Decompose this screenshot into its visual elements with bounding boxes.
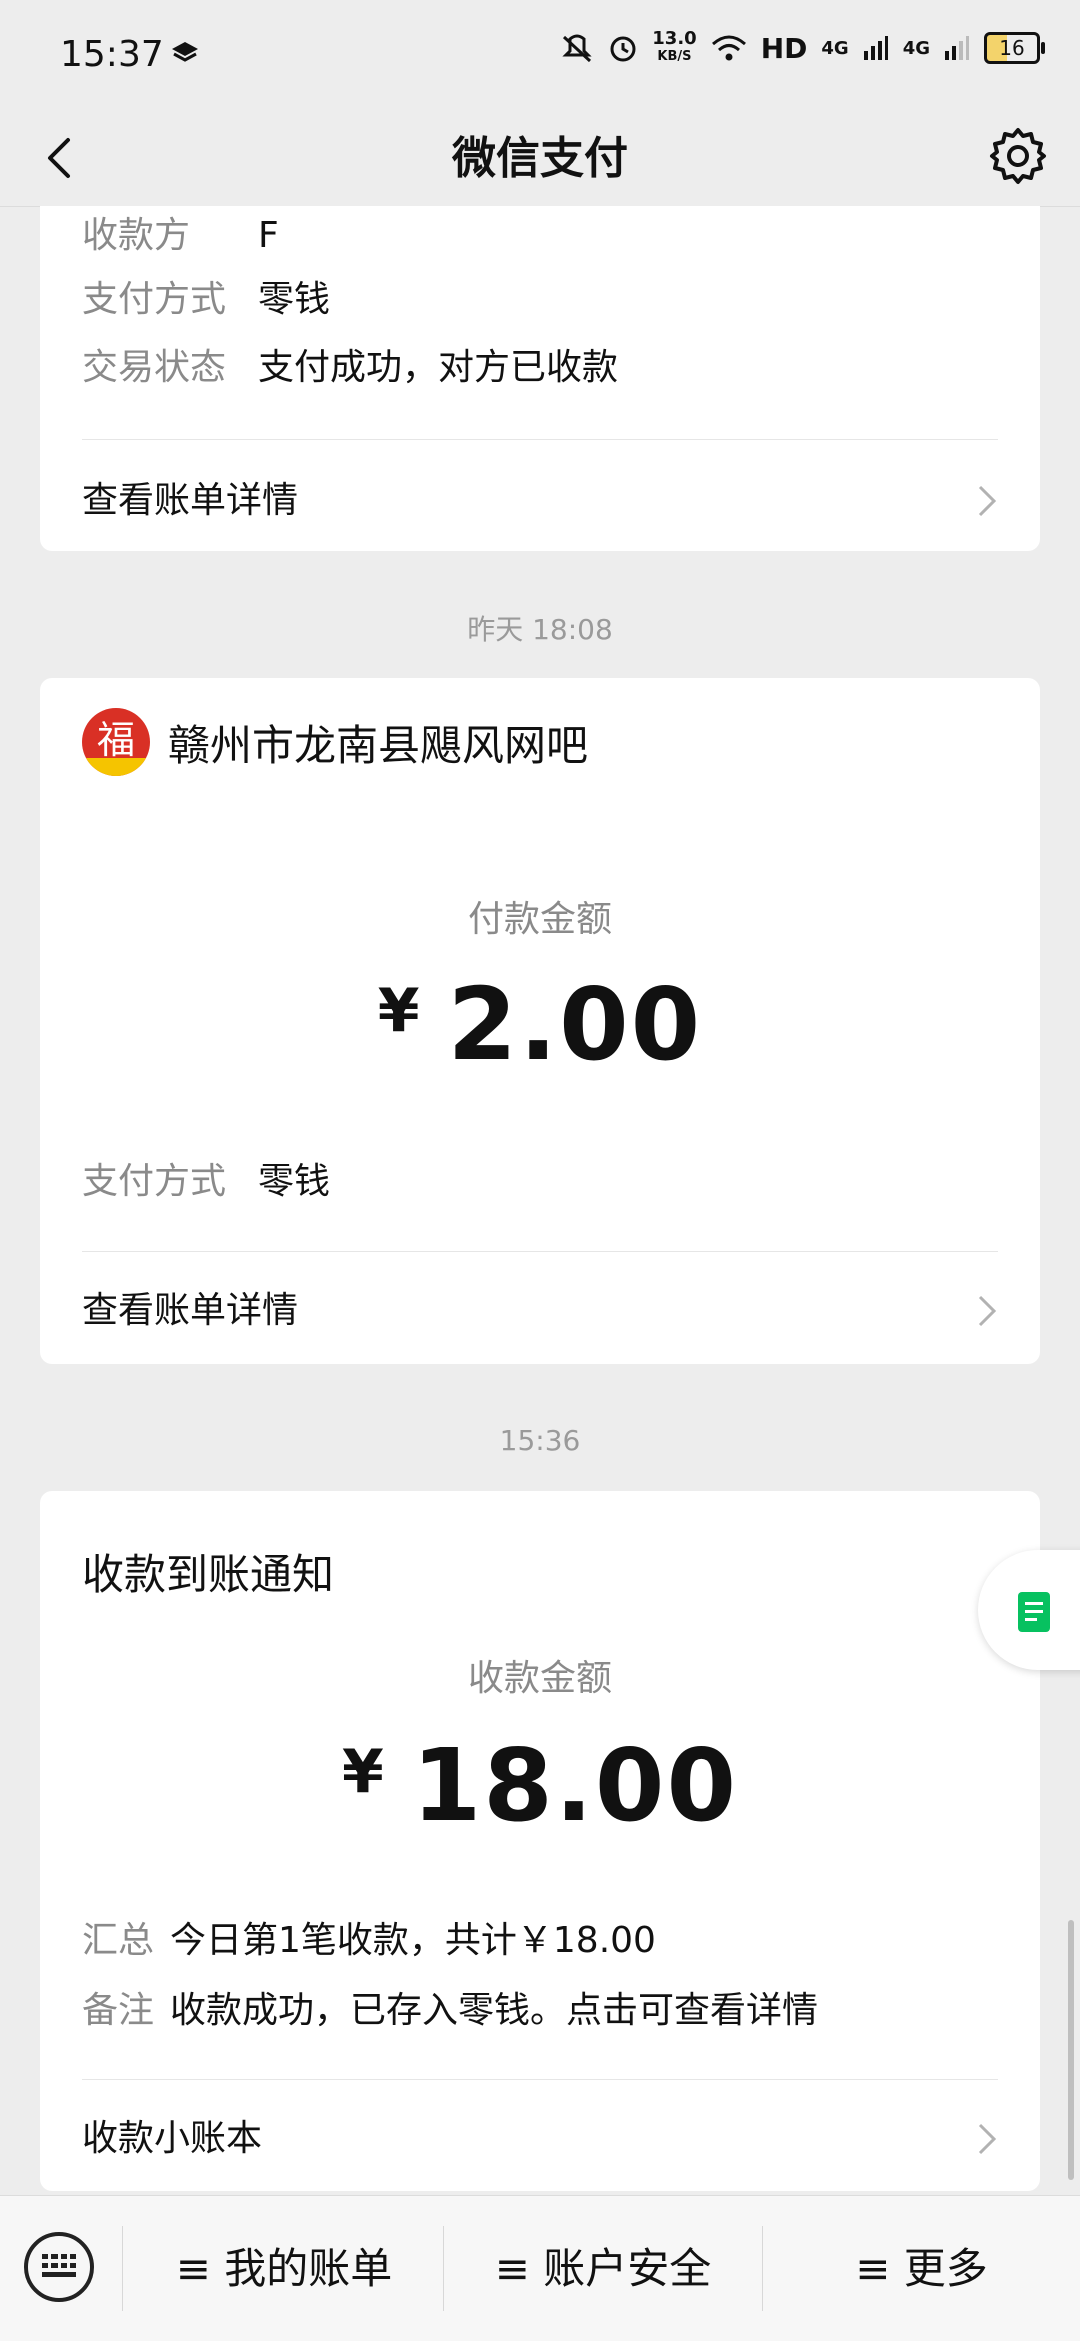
menu-more[interactable]: ≡ 更多 xyxy=(763,2196,1080,2341)
card-title: 收款到账通知 xyxy=(82,1550,335,1599)
view-bill-details-link[interactable]: 查看账单详情 xyxy=(82,456,998,546)
navigation-bar: 微信支付 xyxy=(0,110,1080,207)
hd-label: HD xyxy=(760,31,808,65)
divider xyxy=(82,439,998,440)
menu-my-bills[interactable]: ≡ 我的账单 xyxy=(125,2196,443,2341)
keyboard-icon[interactable] xyxy=(24,2232,94,2302)
alarm-icon xyxy=(610,36,636,62)
receipt-amount: ¥18.00 xyxy=(341,1727,739,1844)
signal-4g-1: 4G xyxy=(821,37,849,59)
gear-icon[interactable] xyxy=(986,124,1050,188)
message-time: 15:36 xyxy=(499,1424,581,1457)
menu-account-security[interactable]: ≡ 账户安全 xyxy=(444,2196,762,2341)
chevron-right-icon xyxy=(978,1295,997,1327)
receipt-ledger-link[interactable]: 收款小账本 xyxy=(82,2094,998,2184)
status-bar: 15:37 13.0 KB/S HD 4G 4G 16 xyxy=(0,0,1080,110)
status-icons: 13.0 KB/S HD 4G 4G 16 xyxy=(560,28,1045,66)
signal-weak-icon xyxy=(945,36,969,60)
amount-label: 付款金额 xyxy=(467,899,612,940)
payment-amount: ¥2.00 xyxy=(377,966,703,1083)
status-row: 交易状态 支付成功，对方已收款 xyxy=(82,347,619,388)
chevron-right-icon xyxy=(978,2123,997,2155)
page-title: 微信支付 xyxy=(452,133,628,184)
divider xyxy=(82,2079,998,2080)
signal-icon xyxy=(863,36,888,60)
wifi-icon xyxy=(711,35,746,61)
network-speed: 13.0 KB/S xyxy=(652,28,697,65)
status-time: 15:37 xyxy=(60,34,164,75)
summary-row: 汇总 今日第1笔收款，共计￥18.00 xyxy=(82,1920,656,1961)
merchant-name: 赣州市龙南县飓风网吧 xyxy=(168,721,589,770)
method-row: 支付方式 零钱 xyxy=(82,279,331,320)
receipt-notification-card[interactable]: 收款到账通知 收款金额 ¥18.00 汇总 今日第1笔收款，共计￥18.00 备注… xyxy=(40,1491,1040,2191)
merchant-logo: 福 xyxy=(82,708,150,776)
view-bill-details-link[interactable]: 查看账单详情 xyxy=(82,1266,998,1356)
payment-card-merchant[interactable]: 福 赣州市龙南县飓风网吧 付款金额 ¥2.00 支付方式 零钱 查看账单详情 xyxy=(40,678,1040,1364)
method-row: 支付方式 零钱 xyxy=(82,1161,331,1202)
battery-icon: 16 xyxy=(984,32,1045,64)
document-icon xyxy=(1018,1592,1050,1632)
payee-row: 收款方 F xyxy=(82,215,279,256)
note-row: 备注 收款成功，已存入零钱。点击可查看详情 xyxy=(82,1990,819,2031)
layers-icon xyxy=(172,42,198,62)
mute-icon xyxy=(562,34,592,63)
payment-card-previous: 收款方 F 支付方式 零钱 交易状态 支付成功，对方已收款 查看账单详情 xyxy=(40,206,1040,551)
amount-label: 收款金额 xyxy=(467,1658,612,1699)
message-time: 昨天 18:08 xyxy=(467,613,613,646)
signal-4g-2: 4G xyxy=(902,37,930,59)
bottom-menu-bar: ≡ 我的账单 ≡ 账户安全 ≡ 更多 xyxy=(0,2195,1080,2341)
divider xyxy=(82,1251,998,1252)
chevron-right-icon xyxy=(978,485,997,517)
scrollbar[interactable] xyxy=(1068,1920,1074,2180)
